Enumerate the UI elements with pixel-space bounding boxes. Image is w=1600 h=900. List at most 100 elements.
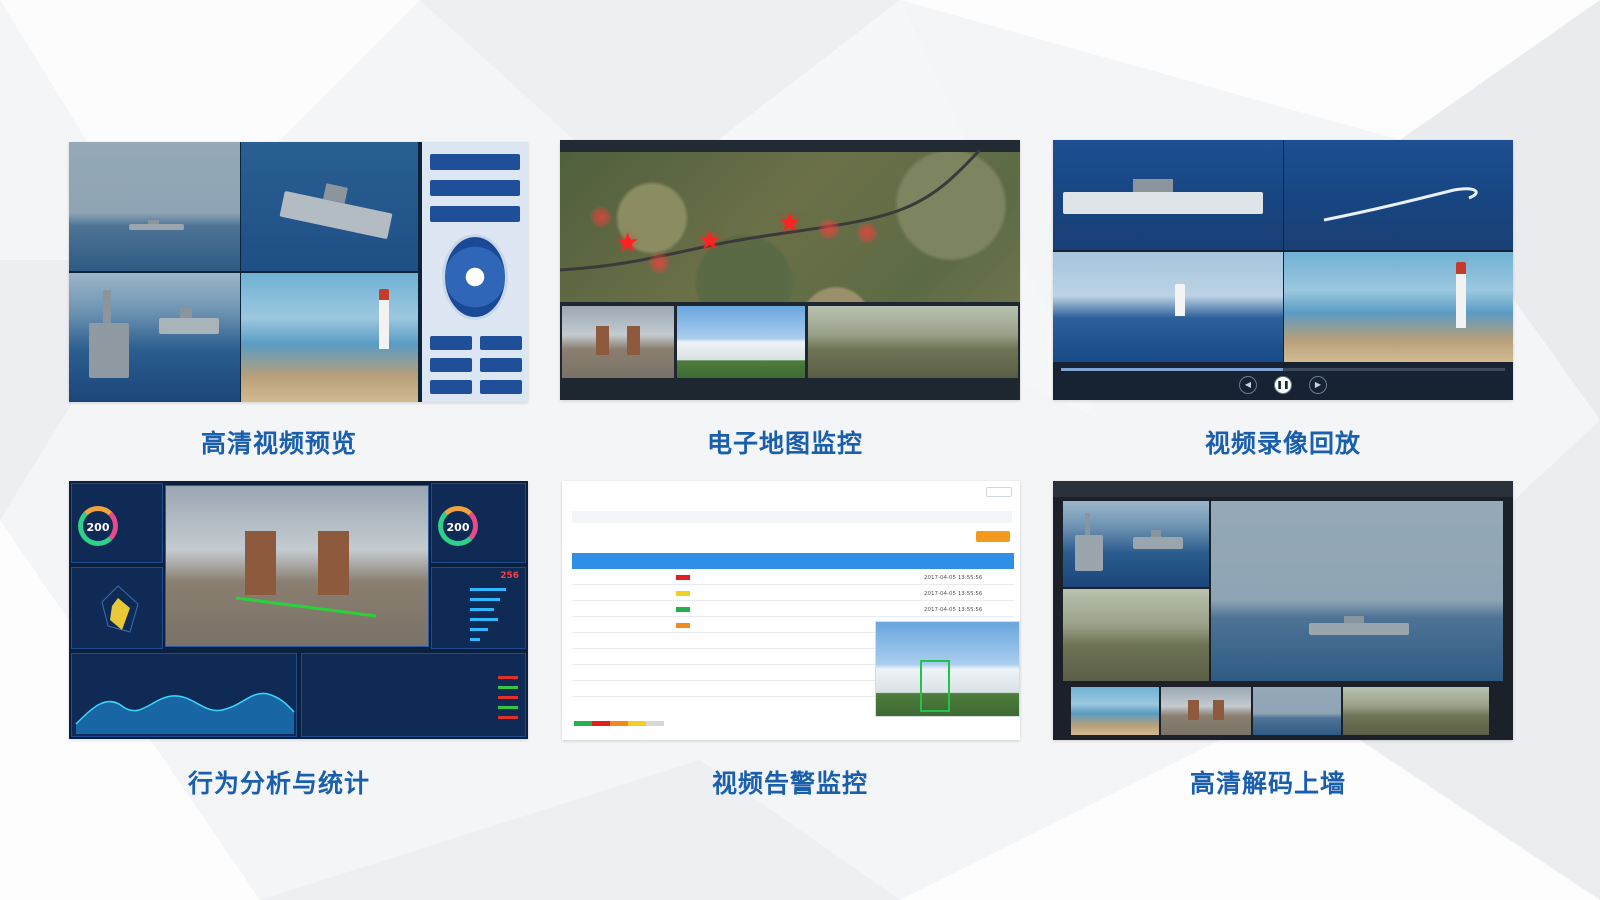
bar-item bbox=[470, 608, 494, 611]
ptz-button[interactable] bbox=[430, 336, 472, 350]
stat-ring-value: 200 bbox=[446, 520, 470, 534]
emap-screenshot: ★ ★ ★ bbox=[560, 140, 1020, 400]
video-cell-frigate[interactable] bbox=[1053, 140, 1283, 250]
row-time: 2017-04-05 13:55:56 bbox=[924, 607, 983, 613]
stat-ring: 200 bbox=[78, 506, 118, 546]
level-legend bbox=[574, 721, 664, 726]
row-time: 2017-04-05 13:55:56 bbox=[924, 591, 983, 597]
ptz-button[interactable] bbox=[480, 380, 522, 394]
caption-emap: 电子地图监控 bbox=[706, 429, 863, 458]
thumbnail-lighthouse[interactable] bbox=[1071, 687, 1159, 735]
previous-icon[interactable]: ◀ bbox=[1239, 376, 1257, 394]
table-row[interactable]: 2017-04-05 13:55:56 bbox=[572, 603, 1014, 617]
video-cell-wake[interactable] bbox=[1284, 140, 1513, 250]
ship-silhouette bbox=[1075, 513, 1103, 571]
ptz-button[interactable] bbox=[480, 336, 522, 350]
alarm-monitor-screenshot: 2017-04-05 13:55:56 2017-04-05 13:55:56 … bbox=[562, 481, 1020, 740]
video-cell-fleet[interactable] bbox=[69, 273, 240, 402]
video-cell-building[interactable] bbox=[677, 306, 805, 378]
dashboard-table bbox=[301, 653, 526, 737]
ship-silhouette bbox=[1133, 529, 1183, 549]
level-chip bbox=[676, 607, 690, 612]
behavior-dashboard-screenshot: 200 200 256 bbox=[69, 481, 528, 739]
bar-item bbox=[470, 588, 506, 591]
level-chip bbox=[676, 591, 690, 596]
alarm-table-header bbox=[572, 553, 1014, 569]
next-icon[interactable]: ▶ bbox=[1309, 376, 1327, 394]
ptz-joystick-icon[interactable] bbox=[442, 234, 508, 320]
radar-chart bbox=[101, 585, 139, 633]
ptz-preset-bar[interactable] bbox=[430, 154, 520, 170]
ptz-button[interactable] bbox=[430, 380, 472, 394]
ship-silhouette bbox=[129, 220, 184, 230]
search-button[interactable] bbox=[976, 531, 1010, 542]
stat-ring: 200 bbox=[438, 506, 478, 546]
filter-bar bbox=[572, 511, 1012, 523]
video-cell-gate[interactable] bbox=[562, 306, 674, 378]
level-chip bbox=[676, 623, 690, 628]
dashboard-camera-view[interactable] bbox=[165, 485, 429, 647]
play-pause-icon[interactable]: ❚❚ bbox=[1274, 376, 1292, 394]
playback-screenshot: ◀ ❚❚ ▶ bbox=[1053, 140, 1513, 400]
caption-alarm: 视频告警监控 bbox=[711, 769, 868, 798]
ship-silhouette bbox=[159, 308, 219, 334]
hd-preview-screenshot bbox=[69, 142, 528, 402]
ptz-control-panel bbox=[422, 142, 528, 402]
alarm-snapshot[interactable] bbox=[875, 621, 1020, 717]
wall-cell-main[interactable] bbox=[1211, 501, 1503, 681]
playback-controls: ◀ ❚❚ ▶ bbox=[1053, 362, 1513, 400]
table-row[interactable]: 2017-04-05 13:55:56 bbox=[572, 587, 1014, 601]
dashboard-area-chart bbox=[71, 653, 297, 737]
video-cell-lighthouse[interactable] bbox=[241, 273, 418, 402]
table-row[interactable]: 2017-04-05 13:55:56 bbox=[572, 571, 1014, 585]
area-chart bbox=[75, 692, 295, 734]
bar-item bbox=[470, 638, 480, 641]
lighthouse-shape bbox=[1175, 284, 1185, 316]
video-strip bbox=[560, 302, 1020, 400]
ship-silhouette bbox=[89, 290, 129, 378]
level-chip bbox=[676, 575, 690, 580]
stat-ring-value: 200 bbox=[86, 520, 110, 534]
thumbnail-ship[interactable] bbox=[1253, 687, 1341, 735]
ptz-button[interactable] bbox=[430, 358, 472, 372]
dashboard-radar bbox=[71, 567, 163, 649]
heat-hotspot bbox=[818, 218, 840, 240]
ptz-button[interactable] bbox=[480, 358, 522, 372]
ptz-zoom-bar[interactable] bbox=[430, 206, 520, 222]
video-cell-vehicle[interactable] bbox=[808, 306, 1018, 378]
decode-wall-screenshot bbox=[1053, 481, 1513, 740]
wall-cell-vehicle[interactable] bbox=[1063, 589, 1209, 681]
lighthouse-shape bbox=[1456, 262, 1466, 328]
star-marker-icon[interactable]: ★ bbox=[778, 210, 801, 236]
video-cell-destroyer[interactable] bbox=[241, 142, 418, 271]
thumbnail-vehicle[interactable] bbox=[1343, 687, 1489, 735]
dashboard-right-top: 200 bbox=[431, 483, 526, 563]
detection-line bbox=[235, 596, 377, 618]
caption-behavior: 行为分析与统计 bbox=[187, 769, 370, 798]
wall-toolbar bbox=[1053, 481, 1513, 497]
star-marker-icon[interactable]: ★ bbox=[698, 228, 721, 254]
ship-silhouette bbox=[1063, 178, 1263, 214]
wall-cell-fleet[interactable] bbox=[1063, 501, 1209, 587]
heat-hotspot bbox=[590, 206, 612, 228]
caption-decode-wall: 高清解码上墙 bbox=[1189, 769, 1346, 798]
export-button[interactable] bbox=[986, 487, 1012, 497]
video-cell-lighthouse-beach[interactable] bbox=[1284, 252, 1513, 362]
alarm-count: 256 bbox=[500, 571, 519, 581]
bar-item bbox=[470, 598, 500, 601]
star-marker-icon[interactable]: ★ bbox=[616, 230, 639, 256]
bar-item bbox=[470, 628, 488, 631]
row-time: 2017-04-05 13:55:56 bbox=[924, 575, 983, 581]
lighthouse-shape bbox=[379, 289, 389, 349]
detection-box bbox=[920, 660, 950, 712]
ptz-speed-bar[interactable] bbox=[430, 180, 520, 196]
video-cell-lighthouse-island[interactable] bbox=[1053, 252, 1283, 362]
dashboard-left-top: 200 bbox=[71, 483, 163, 563]
caption-playback: 视频录像回放 bbox=[1204, 429, 1361, 458]
thumbnail-gate[interactable] bbox=[1161, 687, 1251, 735]
dashboard-alarm-bars: 256 bbox=[431, 567, 526, 649]
playback-progress[interactable] bbox=[1061, 368, 1505, 371]
ship-silhouette bbox=[1309, 615, 1409, 635]
video-cell-fog-ship[interactable] bbox=[69, 142, 240, 271]
boat-wake bbox=[1323, 187, 1478, 222]
